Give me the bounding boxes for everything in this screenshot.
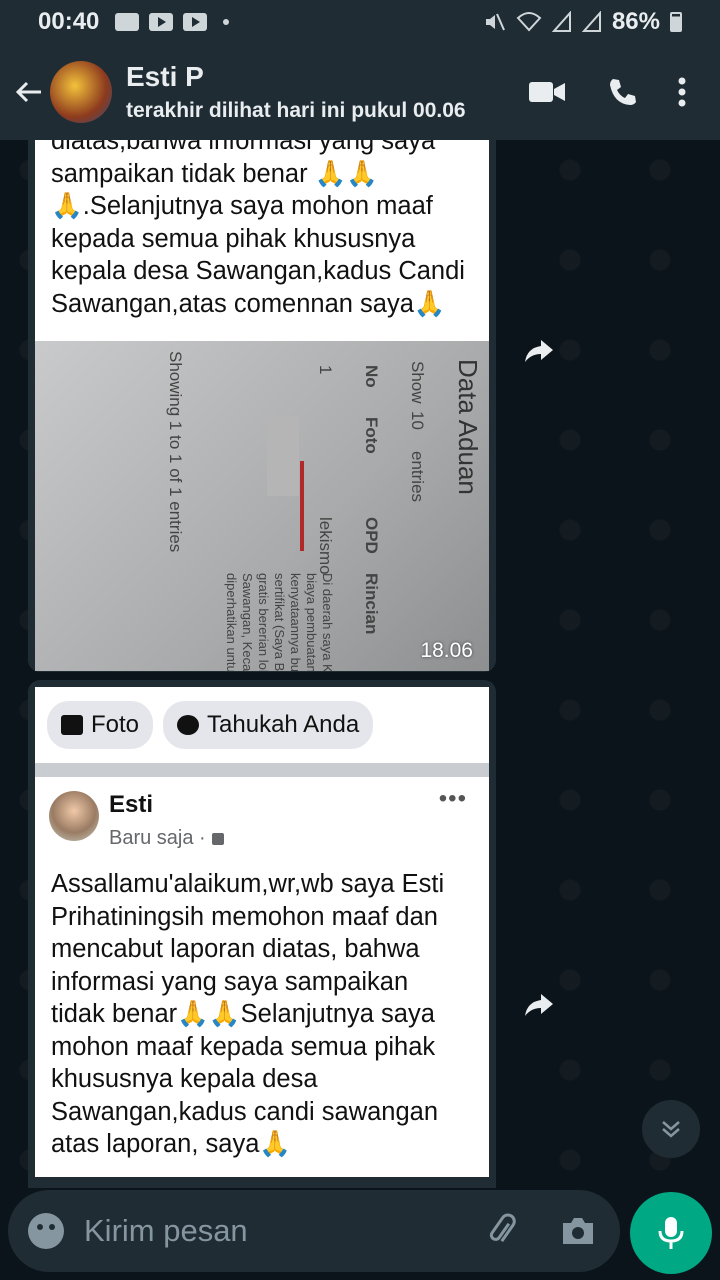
message-input[interactable]: Kirim pesan: [84, 1213, 248, 1249]
caption-line: kepada semua pihak khususnya: [51, 224, 416, 253]
contact-avatar[interactable]: [50, 61, 112, 123]
status-bar: 00:40 86%: [0, 0, 720, 44]
post-header: Esti Baru saja · •••: [35, 777, 489, 850]
attach-icon[interactable]: [484, 1213, 520, 1249]
lock-icon: [211, 832, 224, 845]
photo-rincian-line: diperhatikan untuk g: [224, 573, 239, 671]
post-line: Sawangan,kadus candi sawangan: [51, 1097, 439, 1126]
photo-row-opd: lekismo: [316, 517, 335, 575]
double-chevron-down-icon: [662, 1121, 680, 1138]
voice-message-button[interactable]: [630, 1192, 712, 1274]
signal-icon: [551, 11, 571, 32]
chip-label: Tahukah Anda: [207, 711, 360, 738]
post-line: khususnya kepala desa: [51, 1065, 318, 1093]
post-line: mencabut laporan diatas, bahwa: [51, 935, 420, 963]
more-horiz-icon: •••: [438, 785, 467, 812]
photo-rincian-line: biaya pembuatan se: [304, 573, 319, 671]
caption-line: diatas,bahwa informasi yang saya: [51, 140, 436, 155]
wifi-icon: [516, 12, 542, 32]
photo-col-no: No: [362, 365, 381, 388]
camera-icon[interactable]: [560, 1215, 596, 1247]
facebook-post-screenshot: Foto Tahukah Anda Esti Baru saja · ••• A…: [35, 687, 489, 1177]
video-call-icon[interactable]: [528, 79, 566, 105]
document-photo[interactable]: Data Aduan Show 10 entries No Foto OPD R…: [35, 341, 489, 671]
gallery-notification-icon: [115, 13, 140, 31]
photo-rincian-line: kenyataannya bukan: [288, 573, 303, 671]
scroll-to-bottom-button[interactable]: [642, 1100, 700, 1158]
signal-icon-2: [581, 11, 601, 32]
caption-line: 🙏.Selanjutnya saya mohon maaf: [51, 192, 433, 220]
post-line: atas laporan, saya🙏: [51, 1130, 292, 1158]
post-line: tidak benar🙏🙏Selanjutnya saya: [51, 1000, 435, 1028]
caption-line: kepala desa Sawangan,kadus Candi: [51, 257, 465, 285]
contact-info[interactable]: Esti P terakhir dilihat hari ini pukul 0…: [126, 61, 466, 123]
screenshot-caption: diatas,bahwa informasi yang saya sampaik…: [35, 140, 489, 341]
photo-col-opd: OPD: [362, 517, 381, 554]
battery-percent: 86%: [611, 8, 660, 35]
youtube-notification-icon-2: [183, 13, 208, 31]
caption-line: sampaikan tidak benar 🙏🙏: [51, 159, 379, 188]
photo-rincian-line: sertifikat (Saya Baya: [272, 573, 287, 671]
post-time: Baru saja ·: [109, 827, 224, 850]
post-line: Prihatiningsih memohon maaf dan: [51, 902, 438, 931]
photo-entries-label: entries: [408, 451, 427, 503]
photo-show-label: Show: [408, 361, 427, 404]
photo-thumbnail: [267, 416, 299, 496]
post-line: informasi yang saya sampaikan: [51, 967, 409, 996]
chip-foto: Foto: [47, 701, 154, 749]
photo-icon: [61, 715, 83, 735]
photo-title: Data Aduan: [453, 359, 483, 495]
photo-footer: Showing 1 to 1 of 1 entries: [166, 351, 185, 553]
forward-icon[interactable]: [524, 338, 554, 364]
photo-entries-count: 10: [408, 411, 427, 430]
photo-col-foto: Foto: [362, 417, 381, 454]
divider: [35, 763, 489, 777]
notification-icons: [115, 13, 230, 31]
caption-line: Sawangan,atas comennan saya🙏: [51, 289, 446, 318]
more-notifications-icon: [223, 19, 230, 25]
photo-row-no: 1: [316, 365, 335, 375]
more-vert-icon[interactable]: [678, 77, 686, 107]
photo-col-rincian: Rincian: [362, 573, 381, 635]
forward-icon[interactable]: [524, 992, 554, 1018]
photo-rincian-line: Sawangan, Kecamat: [240, 573, 255, 671]
message-bubble[interactable]: Foto Tahukah Anda Esti Baru saja · ••• A…: [28, 680, 496, 1188]
post-line: mohon maaf kepada semua pihak: [51, 1032, 436, 1061]
status-time: 00:40: [38, 8, 100, 35]
emoji-icon[interactable]: [28, 1213, 64, 1249]
speech-bubble-icon: [177, 715, 200, 735]
post-time-label: Baru saja ·: [109, 827, 206, 849]
photo-rincian-line: Di daerah saya Kecamat: [320, 573, 335, 671]
phone-icon[interactable]: [606, 76, 638, 108]
photo-rincian-line: gratis bererian loh P: [256, 573, 271, 671]
battery-icon: [670, 12, 682, 32]
message-bubble[interactable]: diatas,bahwa informasi yang saya sampaik…: [28, 140, 496, 672]
red-marker: [300, 461, 304, 551]
mute-icon: [485, 13, 505, 31]
chip-tahukah-anda: Tahukah Anda: [163, 701, 374, 749]
contact-name: Esti P: [126, 61, 204, 92]
system-icons: 86%: [482, 8, 682, 36]
post-body: Assallamu'alaikum,wr,wb saya Esti Prihat…: [35, 850, 489, 1161]
youtube-notification-icon: [149, 13, 174, 31]
last-seen-status: terakhir dilihat hari ini pukul 00.06: [126, 99, 466, 122]
message-composer: Kirim pesan: [8, 1190, 620, 1272]
chat-header: Esti P terakhir dilihat hari ini pukul 0…: [0, 44, 720, 140]
chip-label: Foto: [91, 711, 140, 738]
message-timestamp: 18.06: [420, 639, 473, 662]
post-line: Assallamu'alaikum,wr,wb saya Esti: [51, 870, 445, 898]
post-author: Esti: [109, 791, 154, 818]
post-type-chips: Foto Tahukah Anda: [35, 687, 489, 763]
author-avatar: [49, 791, 99, 841]
chat-area[interactable]: diatas,bahwa informasi yang saya sampaik…: [0, 140, 720, 1188]
mic-icon: [658, 1217, 684, 1249]
